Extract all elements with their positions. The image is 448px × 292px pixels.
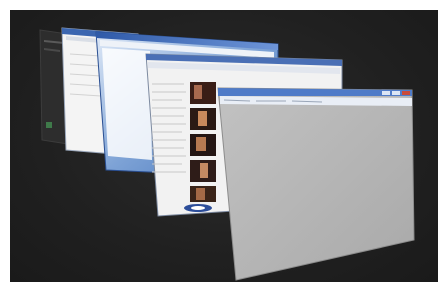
window-controls[interactable] — [382, 91, 410, 95]
status-icon — [46, 122, 52, 128]
screenshot-frame — [0, 0, 448, 292]
flip-3d-desktop — [10, 10, 438, 282]
window-stack — [39, 27, 415, 281]
site-logo — [184, 204, 212, 212]
window-5[interactable] — [217, 87, 415, 281]
